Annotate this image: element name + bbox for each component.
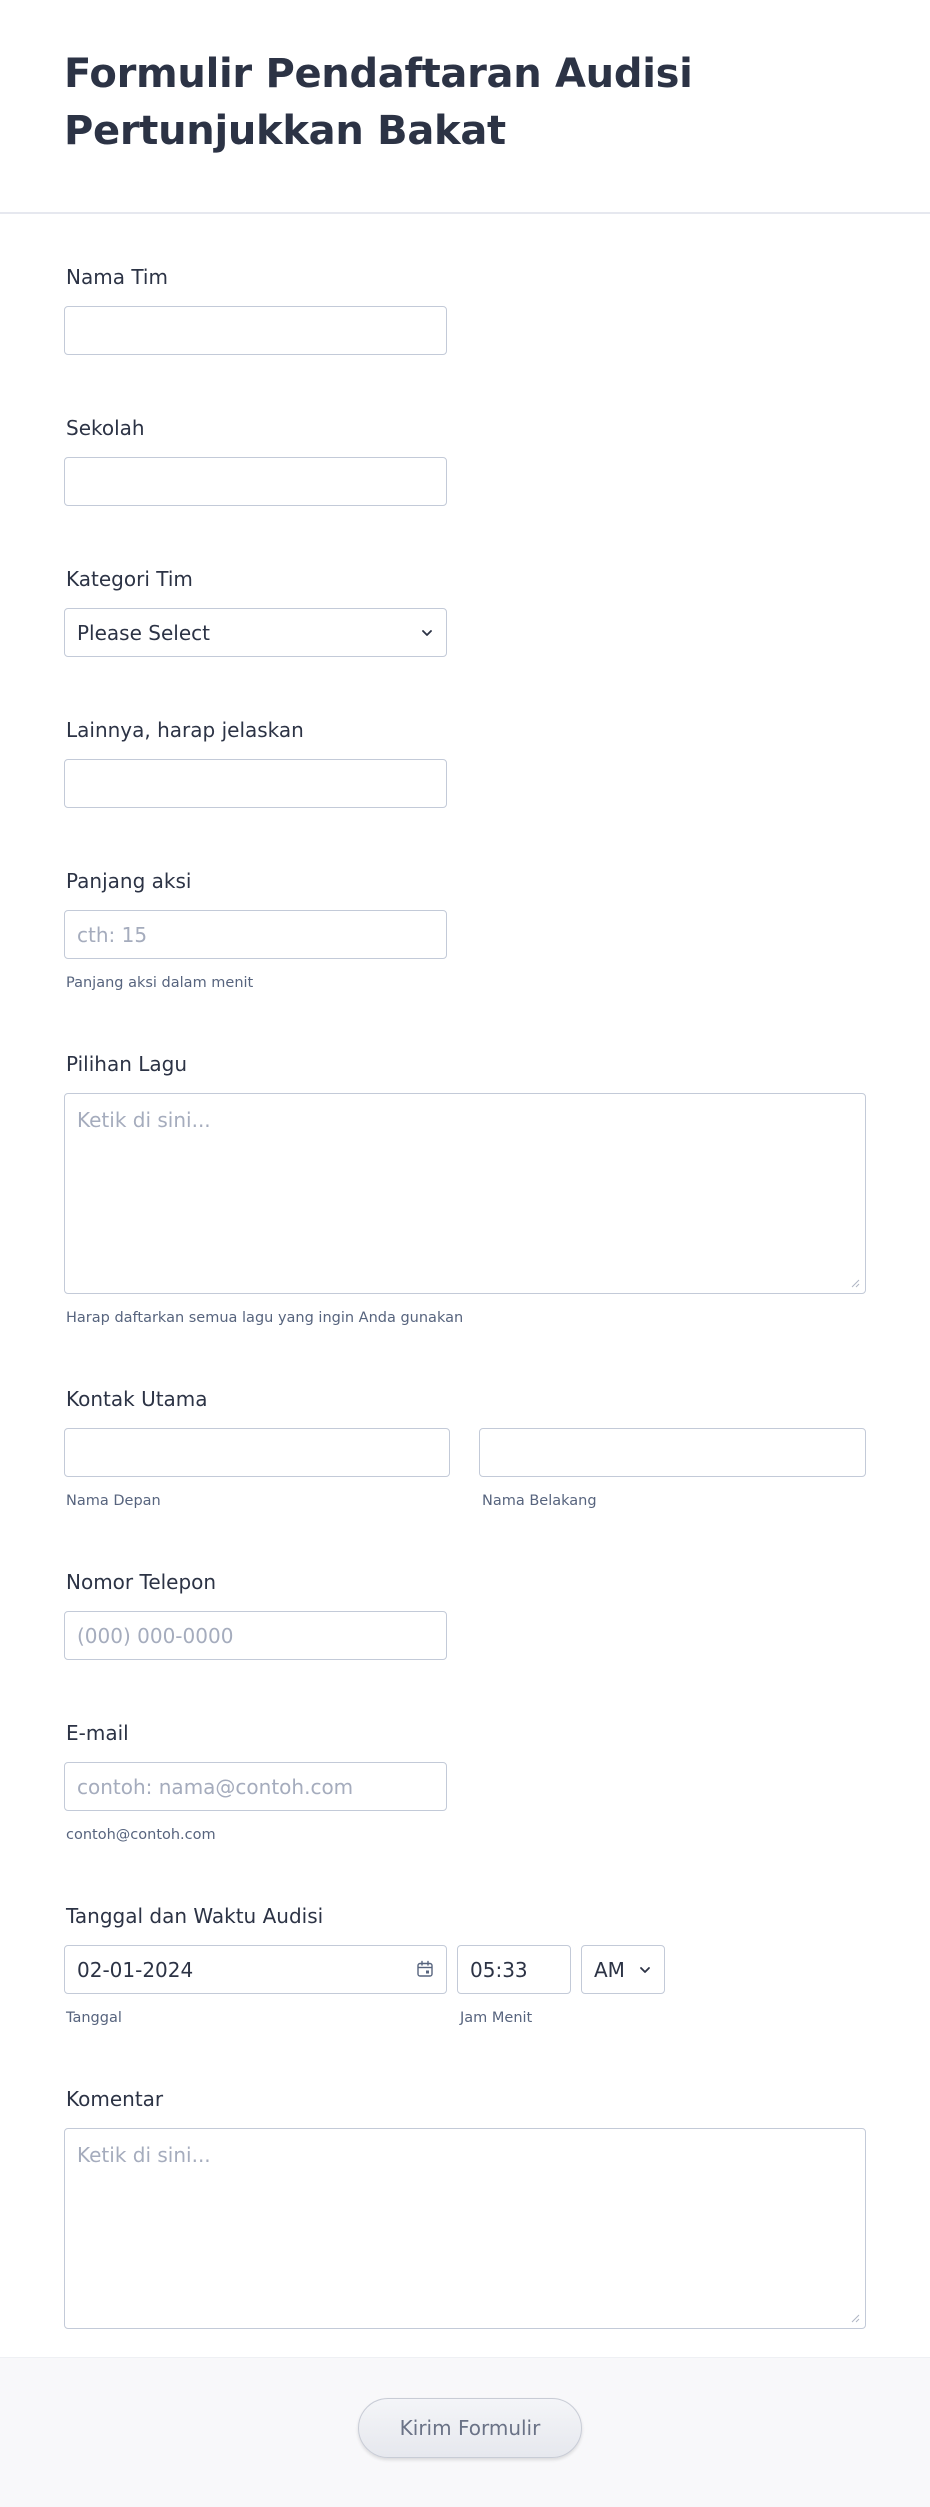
act-length-input[interactable] (64, 910, 447, 959)
resize-grip-icon[interactable] (850, 1278, 860, 1288)
form-header: Formulir Pendaftaran Audisi Pertunjukkan… (0, 0, 930, 214)
time-input[interactable]: 05:33 (457, 1945, 571, 1994)
comments-label: Komentar (66, 2087, 164, 2111)
other-input[interactable] (64, 759, 447, 808)
phone-label: Nomor Telepon (66, 1570, 217, 1594)
song-choice-textarea[interactable] (64, 1093, 866, 1294)
song-choice-sublabel: Harap daftarkan semua lagu yang ingin An… (66, 1310, 464, 1326)
ampm-select[interactable]: AM (581, 1945, 665, 1994)
chevron-down-icon (640, 1967, 650, 1973)
school-label: Sekolah (66, 416, 145, 440)
act-length-sublabel: Panjang aksi dalam menit (66, 975, 254, 991)
team-name-label: Nama Tim (66, 265, 168, 289)
first-name-input[interactable] (64, 1428, 450, 1477)
school-input[interactable] (64, 457, 447, 506)
date-sublabel: Tanggal (66, 2010, 122, 2026)
last-name-sublabel: Nama Belakang (482, 1493, 597, 1509)
chevron-down-icon (422, 630, 432, 636)
email-sublabel: contoh@contoh.com (66, 1827, 216, 1843)
ampm-value: AM (594, 1957, 625, 1982)
date-input[interactable]: 02-01-2024 (64, 1945, 447, 1994)
first-name-sublabel: Nama Depan (66, 1493, 161, 1509)
team-category-label: Kategori Tim (66, 567, 193, 591)
time-sublabel: Jam Menit (460, 2010, 533, 2026)
submit-button[interactable]: Kirim Formulir (358, 2398, 582, 2458)
resize-grip-icon[interactable] (850, 2313, 860, 2323)
team-category-selected-value: Please Select (77, 620, 210, 645)
act-length-label: Panjang aksi (66, 869, 192, 893)
audition-datetime-label: Tanggal dan Waktu Audisi (66, 1904, 324, 1928)
form-title: Formulir Pendaftaran Audisi Pertunjukkan… (64, 51, 693, 154)
email-label: E-mail (66, 1721, 129, 1745)
phone-input[interactable] (64, 1611, 447, 1660)
comments-textarea[interactable] (64, 2128, 866, 2329)
time-value: 05:33 (470, 1957, 528, 1982)
song-choice-label: Pilihan Lagu (66, 1052, 188, 1076)
team-category-select[interactable]: Please Select (64, 608, 447, 657)
team-name-input[interactable] (64, 306, 447, 355)
main-contact-label: Kontak Utama (66, 1387, 208, 1411)
last-name-input[interactable] (479, 1428, 866, 1477)
email-input[interactable] (64, 1762, 447, 1811)
calendar-icon[interactable] (416, 1960, 434, 1978)
date-value: 02-01-2024 (77, 1957, 194, 1982)
other-label: Lainnya, harap jelaskan (66, 718, 304, 742)
